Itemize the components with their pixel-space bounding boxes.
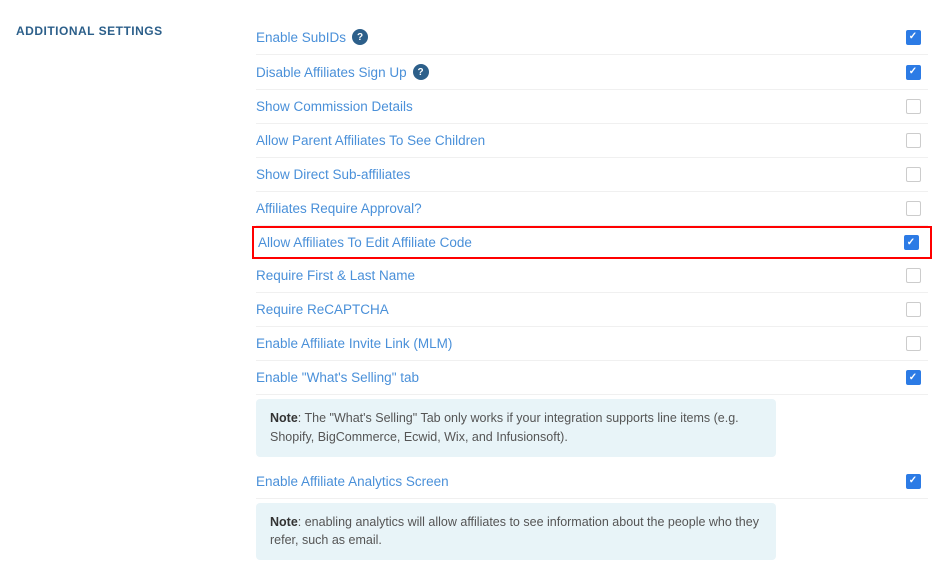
checkbox-enable-affiliate-analytics[interactable] (906, 474, 921, 489)
checkbox-enable-whats-selling-tab[interactable] (906, 370, 921, 385)
setting-row-enable-affiliate-analytics: Enable Affiliate Analytics Screen (256, 465, 928, 499)
setting-row-disable-affiliates-signup: Disable Affiliates Sign Up? (256, 55, 928, 90)
setting-label-show-direct-sub-affiliates: Show Direct Sub-affiliates (256, 167, 410, 182)
setting-label-show-commission-details: Show Commission Details (256, 99, 413, 114)
note-box-enable-affiliate-analytics: Note: enabling analytics will allow affi… (256, 503, 776, 561)
checkbox-enable-affiliate-invite-link[interactable] (906, 336, 921, 351)
checkbox-require-first-last-name[interactable] (906, 268, 921, 283)
setting-text-require-recaptcha: Require ReCAPTCHA (256, 302, 389, 317)
checkbox-show-direct-sub-affiliates[interactable] (906, 167, 921, 182)
checkbox-wrapper-enable-affiliate-analytics (898, 474, 928, 489)
setting-text-enable-whats-selling-tab: Enable "What's Selling" tab (256, 370, 419, 385)
setting-text-show-direct-sub-affiliates: Show Direct Sub-affiliates (256, 167, 410, 182)
setting-label-require-recaptcha: Require ReCAPTCHA (256, 302, 389, 317)
setting-text-affiliates-require-approval: Affiliates Require Approval? (256, 201, 422, 216)
checkbox-affiliates-require-approval[interactable] (906, 201, 921, 216)
setting-row-require-recaptcha: Require ReCAPTCHA (256, 293, 928, 327)
setting-text-show-commission-details: Show Commission Details (256, 99, 413, 114)
setting-row-enable-whats-selling-tab: Enable "What's Selling" tab (256, 361, 928, 395)
checkbox-wrapper-require-recaptcha (898, 302, 928, 317)
setting-text-enable-affiliate-analytics: Enable Affiliate Analytics Screen (256, 474, 449, 489)
setting-text-enable-affiliate-invite-link: Enable Affiliate Invite Link (MLM) (256, 336, 452, 351)
setting-label-disable-affiliates-signup: Disable Affiliates Sign Up? (256, 64, 429, 80)
setting-label-enable-subids: Enable SubIDs? (256, 29, 368, 45)
help-icon-disable-affiliates-signup[interactable]: ? (413, 64, 429, 80)
checkbox-enable-subids[interactable] (906, 30, 921, 45)
checkbox-wrapper-disable-affiliates-signup (898, 65, 928, 80)
setting-text-allow-parent-affiliates: Allow Parent Affiliates To See Children (256, 133, 485, 148)
setting-row-allow-parent-affiliates: Allow Parent Affiliates To See Children (256, 124, 928, 158)
checkbox-wrapper-enable-whats-selling-tab (898, 370, 928, 385)
setting-text-disable-affiliates-signup: Disable Affiliates Sign Up (256, 65, 407, 80)
checkbox-wrapper-allow-affiliates-edit-code (896, 235, 926, 250)
setting-label-enable-affiliate-analytics: Enable Affiliate Analytics Screen (256, 474, 449, 489)
setting-label-require-first-last-name: Require First & Last Name (256, 268, 415, 283)
setting-label-allow-affiliates-edit-code: Allow Affiliates To Edit Affiliate Code (258, 235, 472, 250)
checkbox-wrapper-affiliates-require-approval (898, 201, 928, 216)
settings-content: Enable SubIDs?Disable Affiliates Sign Up… (196, 20, 928, 568)
checkbox-wrapper-allow-parent-affiliates (898, 133, 928, 148)
setting-label-enable-whats-selling-tab: Enable "What's Selling" tab (256, 370, 419, 385)
setting-row-show-commission-details: Show Commission Details (256, 90, 928, 124)
checkbox-wrapper-require-first-last-name (898, 268, 928, 283)
checkbox-show-commission-details[interactable] (906, 99, 921, 114)
setting-row-show-direct-sub-affiliates: Show Direct Sub-affiliates (256, 158, 928, 192)
sidebar: ADDITIONAL SETTINGS (16, 20, 196, 568)
setting-text-enable-subids: Enable SubIDs (256, 30, 346, 45)
setting-row-affiliates-require-approval: Affiliates Require Approval? (256, 192, 928, 226)
note-label-enable-whats-selling-tab: Note (270, 411, 298, 425)
checkbox-wrapper-show-direct-sub-affiliates (898, 167, 928, 182)
setting-text-require-first-last-name: Require First & Last Name (256, 268, 415, 283)
checkbox-wrapper-enable-affiliate-invite-link (898, 336, 928, 351)
checkbox-allow-parent-affiliates[interactable] (906, 133, 921, 148)
note-label-enable-affiliate-analytics: Note (270, 515, 298, 529)
setting-text-allow-affiliates-edit-code: Allow Affiliates To Edit Affiliate Code (258, 235, 472, 250)
checkbox-allow-affiliates-edit-code[interactable] (904, 235, 919, 250)
checkbox-wrapper-show-commission-details (898, 99, 928, 114)
setting-row-enable-subids: Enable SubIDs? (256, 20, 928, 55)
sidebar-title: ADDITIONAL SETTINGS (16, 24, 163, 38)
setting-label-allow-parent-affiliates: Allow Parent Affiliates To See Children (256, 133, 485, 148)
checkbox-wrapper-enable-subids (898, 30, 928, 45)
checkbox-require-recaptcha[interactable] (906, 302, 921, 317)
setting-row-allow-affiliates-edit-code: Allow Affiliates To Edit Affiliate Code (252, 226, 932, 259)
help-icon-enable-subids[interactable]: ? (352, 29, 368, 45)
setting-label-affiliates-require-approval: Affiliates Require Approval? (256, 201, 422, 216)
setting-row-require-first-last-name: Require First & Last Name (256, 259, 928, 293)
note-box-enable-whats-selling-tab: Note: The "What's Selling" Tab only work… (256, 399, 776, 457)
setting-label-enable-affiliate-invite-link: Enable Affiliate Invite Link (MLM) (256, 336, 452, 351)
setting-row-enable-affiliate-invite-link: Enable Affiliate Invite Link (MLM) (256, 327, 928, 361)
page-container: ADDITIONAL SETTINGS Enable SubIDs?Disabl… (0, 0, 944, 588)
checkbox-disable-affiliates-signup[interactable] (906, 65, 921, 80)
